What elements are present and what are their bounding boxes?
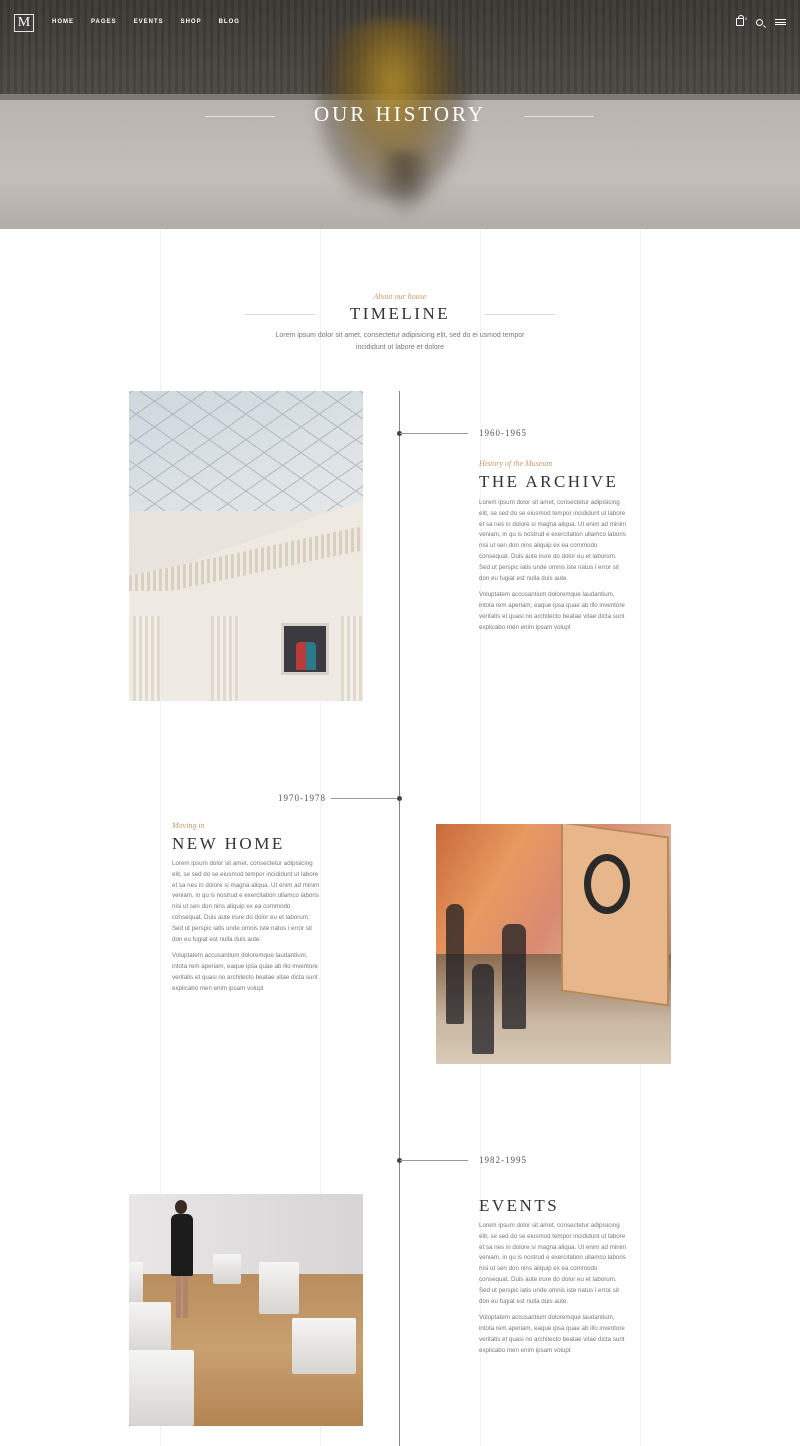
sculpture-block: [292, 1318, 356, 1374]
balcony-window: [281, 623, 329, 675]
sculpture-block: [129, 1262, 143, 1304]
nav-item-home[interactable]: HOME: [52, 19, 74, 25]
column: [211, 616, 239, 701]
hero-blurred-visitor-legs: [375, 150, 435, 220]
entry-text: Lorem ipsum dolor sit amet, consectetur …: [479, 498, 629, 640]
visitor-figure: [171, 1200, 193, 1318]
timeline-connector: [331, 798, 400, 799]
entry-title: NEW HOME: [172, 834, 285, 853]
column: [341, 616, 363, 701]
glass-roof-grid: [129, 391, 363, 511]
new-home-photo: [436, 824, 671, 1064]
entry-subtitle: History of the Museum: [479, 459, 553, 468]
section-title-line-right: [485, 314, 555, 315]
search-icon[interactable]: [756, 18, 763, 26]
timeline-year: 1960-1965: [479, 428, 527, 438]
entry-title: EVENTS: [479, 1196, 560, 1215]
timeline-connector: [400, 433, 468, 434]
entry-paragraph: Voluptatem accusantium doloremque laudan…: [479, 1314, 625, 1354]
entry-text: Lorem ipsum dolor sit amet, consectetur …: [172, 859, 322, 1001]
section-title: TIMELINE: [349, 304, 451, 323]
visitors-figures: [296, 642, 316, 670]
nav-item-pages[interactable]: PAGES: [91, 19, 117, 25]
hero-banner: M HOME PAGES EVENTS SHOP BLOG 0 OUR HIST…: [0, 0, 800, 229]
entry-paragraph: Lorem ipsum dolor sit amet, consectetur …: [479, 499, 627, 582]
section-description: Lorem ipsum dolor sit amet, consectetur …: [275, 332, 525, 351]
sculpture-block: [213, 1254, 241, 1284]
painting: [561, 824, 669, 1007]
entry-paragraph: Voluptatem accusantium doloremque laudan…: [172, 952, 318, 992]
entry-paragraph: Lorem ipsum dolor sit amet, consectetur …: [172, 860, 320, 943]
entry-paragraph: Lorem ipsum dolor sit amet, consectetur …: [479, 1222, 627, 1305]
entry-title: THE ARCHIVE: [479, 472, 619, 491]
entry-paragraph: Voluptatem accusantium doloremque laudan…: [479, 591, 625, 631]
timeline-year: 1982-1995: [479, 1155, 527, 1165]
hero-title-line-right: [524, 116, 594, 117]
menu-icon[interactable]: [775, 19, 786, 25]
top-navigation: M HOME PAGES EVENTS SHOP BLOG 0: [0, 0, 800, 46]
nav-actions: 0: [736, 15, 786, 26]
visitor-dress: [171, 1214, 193, 1276]
visitor-figure: [502, 924, 526, 1029]
column: [133, 616, 161, 701]
timeline-year: 1970-1978: [278, 793, 326, 803]
timeline-dot: [397, 796, 402, 801]
visitor-figure: [472, 964, 494, 1054]
sculpture-block: [129, 1302, 171, 1356]
painting-motif: [584, 854, 630, 914]
main-menu: HOME PAGES EVENTS SHOP BLOG: [52, 19, 240, 25]
nav-item-shop[interactable]: SHOP: [181, 19, 202, 25]
sculpture-block: [129, 1350, 194, 1426]
nav-item-blog[interactable]: BLOG: [219, 19, 240, 25]
gallery-wall: [129, 1194, 363, 1274]
site-logo[interactable]: M: [14, 14, 34, 32]
page-title: OUR HISTORY: [313, 102, 487, 126]
archive-photo: [129, 391, 363, 701]
visitor-figure: [446, 904, 464, 1024]
timeline-axis: [399, 391, 400, 1446]
timeline-connector: [400, 1160, 468, 1161]
cart-count-badge: 0: [745, 16, 748, 21]
visitor-head: [175, 1200, 187, 1214]
events-photo: [129, 1194, 363, 1426]
nav-item-events[interactable]: EVENTS: [134, 19, 164, 25]
section-subtitle: About our house: [373, 292, 427, 301]
entry-text: Lorem ipsum dolor sit amet, consectetur …: [479, 1221, 629, 1363]
visitor-legs: [176, 1276, 188, 1318]
shopping-bag-icon[interactable]: 0: [736, 15, 748, 26]
entry-subtitle: Moving in: [172, 821, 205, 830]
sculpture-block: [259, 1262, 299, 1314]
